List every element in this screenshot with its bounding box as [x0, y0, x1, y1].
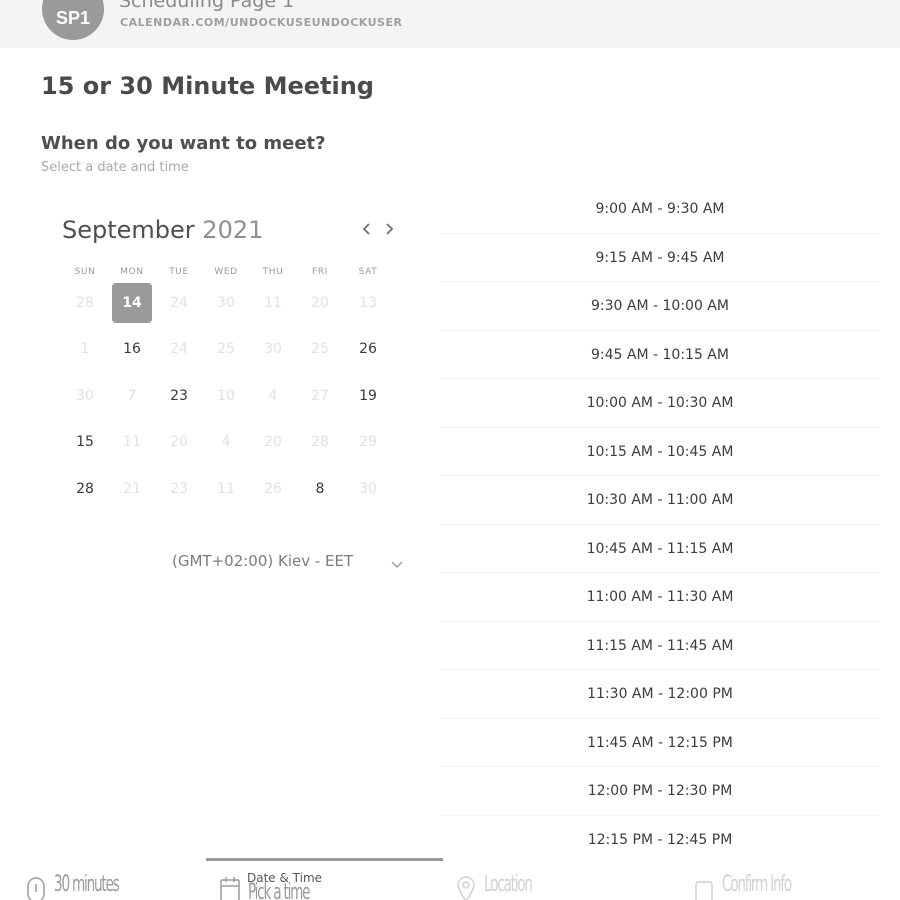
calendar-day: 11: [264, 295, 282, 311]
avatar: SP1: [42, 0, 104, 40]
time-slot[interactable]: 12:00 PM - 12:30 PM: [440, 767, 880, 816]
scheduling-page-url[interactable]: CALENDAR.COM/UNDOCKUSEUNDOCKUSER: [120, 16, 402, 29]
clock-icon: [27, 877, 45, 900]
calendar-day: 11: [123, 434, 141, 450]
calendar-day[interactable]: 8: [300, 469, 340, 509]
time-slot[interactable]: 10:15 AM - 10:45 AM: [440, 428, 880, 476]
time-slot-list: 9:00 AM - 9:30 AM 9:15 AM - 9:45 AM 9:30 A…: [440, 185, 880, 864]
chevron-down-icon[interactable]: [390, 557, 404, 571]
calendar-day: 25: [311, 341, 329, 357]
chevron-left-icon: [362, 223, 370, 235]
weekday-header: THU: [262, 267, 284, 277]
time-slot[interactable]: 9:45 AM - 10:15 AM: [440, 331, 880, 379]
time-slot[interactable]: 10:30 AM - 11:00 AM: [440, 476, 880, 525]
calendar-day: 4: [221, 434, 231, 450]
time-slot[interactable]: 11:30 AM - 12:00 PM: [440, 670, 880, 719]
calendar-day: 23: [170, 481, 188, 497]
meeting-title: 15 or 30 Minute Meeting: [41, 72, 374, 100]
calendar-day: 28: [76, 295, 94, 311]
calendar-day[interactable]: 23: [159, 376, 199, 416]
time-slot[interactable]: 11:00 AM - 11:30 AM: [440, 573, 880, 622]
time-slot[interactable]: 10:00 AM - 10:30 AM: [440, 379, 880, 428]
calendar-month-title: September 2021: [62, 216, 263, 244]
calendar-year: 2021: [202, 216, 264, 244]
next-month-button[interactable]: [379, 220, 399, 242]
calendar-day[interactable]: 28: [65, 469, 105, 509]
calendar-day: 27: [311, 388, 329, 404]
time-slot[interactable]: 10:45 AM - 11:15 AM: [440, 525, 880, 573]
time-slot[interactable]: 11:15 AM - 11:45 AM: [440, 622, 880, 670]
calendar-day[interactable]: 19: [348, 376, 388, 416]
calendar-day: 25: [217, 341, 235, 357]
calendar-day: 11: [217, 481, 235, 497]
scheduling-page-title: Scheduling Page 1: [119, 0, 295, 12]
weekday-header: FRI: [312, 267, 328, 277]
calendar-day[interactable]: 16: [112, 329, 152, 369]
question-subtitle: Select a date and time: [41, 160, 189, 175]
calendar-day: 28: [311, 434, 329, 450]
calendar-day: 30: [264, 341, 282, 357]
calendar-day: 30: [76, 388, 94, 404]
weekday-header: TUE: [169, 267, 189, 277]
step-confirm-info-label: Confirm Info: [722, 872, 792, 897]
time-slot[interactable]: 9:15 AM - 9:45 AM: [440, 234, 880, 282]
timezone-select[interactable]: (GMT+02:00) Kiev - EET: [172, 552, 353, 570]
time-slot[interactable]: 9:00 AM - 9:30 AM: [440, 185, 880, 234]
calendar-day: 10: [217, 388, 235, 404]
calendar-day: 20: [264, 434, 282, 450]
page-header: SP1 Scheduling Page 1 CALENDAR.COM/UNDOC…: [0, 0, 900, 48]
weekday-header: MON: [120, 267, 144, 277]
location-pin-icon: [457, 876, 475, 900]
chevron-right-icon: [386, 223, 394, 235]
calendar-day: 29: [359, 434, 377, 450]
calendar-day: 24: [170, 341, 188, 357]
calendar-day: 26: [264, 481, 282, 497]
weekday-header: WED: [214, 267, 238, 277]
step-duration-label: 30 minutes: [54, 872, 120, 897]
time-slot[interactable]: 11:45 AM - 12:15 PM: [440, 719, 880, 767]
weekday-header: SUN: [74, 267, 96, 277]
calendar-icon: [220, 877, 240, 900]
calendar-day-selected[interactable]: 14: [112, 283, 152, 323]
step-location-label: Location: [484, 872, 533, 897]
calendar-day: 13: [359, 295, 377, 311]
calendar-day: 21: [123, 481, 141, 497]
calendar-month: September: [62, 216, 195, 244]
calendar-day: 30: [359, 481, 377, 497]
time-slot[interactable]: 9:30 AM - 10:00 AM: [440, 282, 880, 331]
calendar-day: 1: [80, 341, 90, 357]
calendar-day: 24: [170, 295, 188, 311]
checkbox-icon: [695, 881, 713, 900]
calendar-day[interactable]: 15: [65, 422, 105, 462]
calendar-day[interactable]: 26: [348, 329, 388, 369]
calendar-day: 7: [127, 388, 137, 404]
active-step-indicator: [206, 858, 443, 861]
calendar-day: 20: [170, 434, 188, 450]
time-slot[interactable]: 12:15 PM - 12:45 PM: [440, 816, 880, 864]
question-heading: When do you want to meet?: [41, 133, 326, 154]
calendar-day: 4: [268, 388, 278, 404]
calendar-day: 30: [217, 295, 235, 311]
weekday-header: SAT: [358, 267, 378, 277]
step-date-time-label: Date & Time: [247, 871, 323, 885]
calendar-day: 20: [311, 295, 329, 311]
booking-steps-bar: 30 minutes Pick a time Location Confirm …: [0, 858, 900, 900]
prev-month-button[interactable]: [357, 220, 377, 242]
